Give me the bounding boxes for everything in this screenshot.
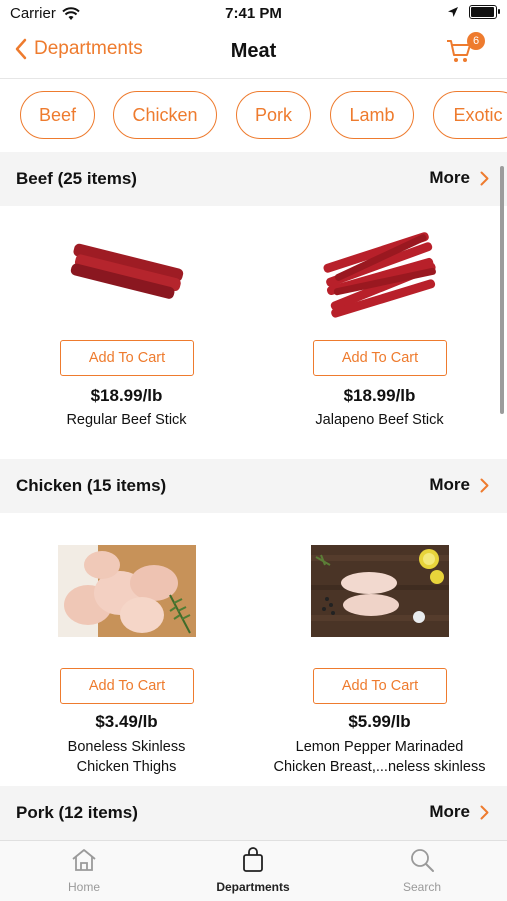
add-to-cart-button[interactable]: Add To Cart [60,668,194,704]
page-title: Meat [230,40,277,62]
product-price: $18.99/lb [343,386,416,405]
product-image [323,232,436,318]
section-header-chicken: Chicken (15 items) More [0,459,507,513]
section-title: Beef (25 items) [16,169,137,188]
chevron-right-icon [480,171,489,185]
add-to-cart-button[interactable]: Add To Cart [60,340,194,376]
location-arrow-icon [448,7,458,17]
chip-chicken[interactable]: Chicken [113,91,217,139]
status-bar: Carrier 7:41 PM [0,0,507,28]
chip-pork[interactable]: Pork [236,91,311,139]
product-name-line1: Boneless Skinless [67,739,186,755]
product-card[interactable]: Add To Cart $3.49/lb Boneless Skinless C… [0,513,253,785]
tab-bar: Home Departments Search [0,840,507,901]
more-button-pork[interactable]: More [429,802,489,822]
add-to-cart-button[interactable]: Add To Cart [313,668,447,704]
section-title: Chicken (15 items) [16,476,167,495]
chip-exotic[interactable]: Exotic [433,91,507,139]
tab-search[interactable]: Search [362,847,482,894]
product-name-line2: Chicken Breast,...neless skinless [273,759,486,775]
product-card[interactable]: Add To Cart $5.99/lb Lemon Pepper Marina… [253,513,506,785]
product-card[interactable]: Add To Cart $18.99/lb Regular Beef Stick [0,206,253,456]
status-right [447,5,500,19]
more-button-chicken[interactable]: More [429,475,489,495]
scrollbar[interactable] [500,166,504,414]
tab-departments[interactable]: Departments [193,847,313,894]
product-name-line1: Lemon Pepper Marinaded [295,739,464,755]
product-image [311,545,449,637]
product-name-line2: Chicken Thighs [76,759,177,775]
product-price: $18.99/lb [90,386,163,405]
product-name: Jalapeno Beef Stick [315,412,444,428]
product-price: $3.49/lb [95,712,158,731]
cart-button[interactable]: 6 [445,32,485,69]
section-header-pork: Pork (12 items) More [0,786,507,840]
product-name: Regular Beef Stick [66,412,187,428]
shopping-bag-icon [243,847,263,872]
add-to-cart-button[interactable]: Add To Cart [313,340,447,376]
tab-label: Search [402,880,442,894]
more-label: More [429,802,470,821]
tab-label: Departments [216,880,290,894]
chevron-right-icon [480,478,489,492]
more-button-beef[interactable]: More [429,168,489,188]
chip-beef[interactable]: Beef [20,91,95,139]
more-label: More [429,475,470,494]
section-header-beef: Beef (25 items) More [0,152,507,206]
tab-label: Home [67,880,100,894]
section-title: Pork (12 items) [16,803,138,822]
cart-badge: 6 [467,32,485,50]
search-icon [411,849,434,872]
status-time: 7:41 PM [225,5,282,22]
battery-icon [469,5,500,19]
navigation-bar: Departments Meat 6 [0,28,507,79]
product-image [70,243,184,299]
chevron-right-icon [480,805,489,819]
tab-home[interactable]: Home [24,847,144,894]
home-icon [72,849,96,871]
product-image [58,545,196,637]
category-chips: Beef Chicken Pork Lamb Exotic [0,79,507,152]
more-label: More [429,168,470,187]
chip-lamb[interactable]: Lamb [330,91,414,139]
product-price: $5.99/lb [348,712,411,731]
product-card[interactable]: Add To Cart $18.99/lb Jalapeno Beef Stic… [253,206,506,456]
